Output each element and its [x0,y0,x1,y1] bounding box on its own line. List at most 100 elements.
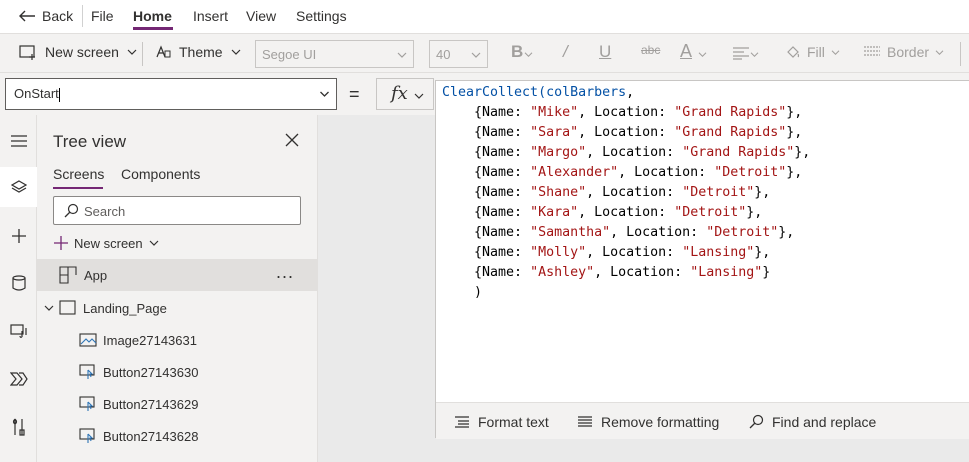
format-text-label: Format text [478,414,549,430]
chevron-down-icon [397,52,407,58]
media-button[interactable] [0,311,37,351]
screen-icon [59,300,76,315]
hamburger-menu-button[interactable] [0,121,37,161]
text-cursor [58,87,60,102]
tree-item-label: Image27143631 [103,332,197,348]
chevron-down-icon [414,93,424,99]
font-family-select[interactable]: Segoe UI [255,40,414,68]
tree-view-title: Tree view [53,132,127,151]
left-rail [0,115,37,462]
fill-bucket-icon [787,46,800,58]
back-button[interactable]: Back [42,8,73,24]
ribbon-toolbar: New screen Theme Segoe UI 40 B / U abc A… [0,33,969,73]
more-options-button[interactable]: ... [276,262,294,283]
toolbar-divider [960,42,961,66]
tree-item-button[interactable]: Button27143628 [37,420,318,452]
advanced-tools-button[interactable] [0,407,37,447]
tab-components[interactable]: Components [121,166,200,182]
code-string-name: "Mike" [530,105,579,120]
find-replace-button[interactable]: Find and replace [748,414,876,430]
strikethrough-icon[interactable]: abc [641,43,660,57]
menu-view[interactable]: View [246,8,276,24]
code-string-name: "Kara" [530,205,579,220]
code-line: {Name: "Molly", Location: "Lansing"}, [442,245,771,260]
data-button[interactable] [0,263,37,303]
tree-item-label: Button27143628 [103,428,199,444]
new-screen-icon [19,45,35,60]
tree-item-button[interactable]: Button27143629 [37,388,318,420]
menu-file[interactable]: File [91,8,114,24]
power-automate-button[interactable] [0,359,37,399]
chevron-down-icon[interactable] [44,304,54,312]
code-string-name: "Alexander" [530,165,619,180]
search-input[interactable] [84,202,284,220]
menu-divider [82,5,83,27]
menu-settings[interactable]: Settings [296,8,347,24]
fx-icon: fx [391,83,408,104]
code-line: {Name: "Samantha", Location: "Detroit"}, [442,225,795,240]
menu-home[interactable]: Home [133,8,172,24]
hamburger-icon [10,135,27,147]
chevron-down-icon [935,49,944,55]
bold-icon[interactable]: B [511,42,523,62]
tree-item-landing-page[interactable]: Landing_Page [37,292,318,324]
remove-formatting-button[interactable]: Remove formatting [577,414,719,430]
property-dropdown[interactable]: OnStart [5,78,337,110]
tab-screens[interactable]: Screens [53,166,104,182]
code-line: {Name: "Mike", Location: "Grand Rapids"}… [442,105,803,120]
format-text-button[interactable]: Format text [454,414,549,430]
border-icon [864,46,880,56]
chevron-down-icon [149,240,159,246]
active-tab-indicator [53,187,103,189]
font-family-value: Segoe UI [262,47,317,62]
layers-icon [10,180,27,193]
chevron-down-icon [127,49,137,55]
tree-item-image[interactable]: Image27143631 [37,324,318,356]
code-collection: colBarbers [546,85,627,100]
code-string-location: "Lansing" [682,245,755,260]
insert-button[interactable] [0,216,37,256]
new-screen-button[interactable]: New screen [19,44,137,60]
code-function: ClearCollect( [442,85,547,100]
underline-icon[interactable]: U [599,42,611,62]
close-icon[interactable] [284,132,300,148]
code-line: {Name: "Ashley", Location: "Lansing"} [442,265,771,280]
menu-insert[interactable]: Insert [193,8,228,24]
chevron-down-icon [471,52,481,58]
editor-footer: Format text Remove formatting Find and r… [436,402,969,439]
code-string-location: "Grand Rapids" [674,125,787,140]
chevron-down-icon [698,52,707,57]
chevron-down-icon [831,49,840,55]
code-string-name: "Samantha" [530,225,611,240]
theme-button[interactable]: Theme [155,44,241,60]
tree-view-button[interactable] [0,167,37,207]
align-icon[interactable] [732,46,750,60]
new-screen-label: New screen [45,44,119,60]
formula-editor[interactable]: ClearCollect(colBarbers, {Name: "Mike", … [435,80,969,439]
image-icon [79,333,97,347]
fill-button[interactable]: Fill [785,44,840,60]
back-arrow-icon[interactable] [17,8,37,24]
tree-item-button[interactable]: Button27143630 [37,356,318,388]
chevron-down-icon [231,49,241,55]
code-line: {Name: "Kara", Location: "Detroit"}, [442,205,763,220]
chevron-down-icon [320,91,329,97]
code-string-name: "Margo" [530,145,587,160]
format-text-icon [455,416,469,428]
code-line: {Name: "Margo", Location: "Grand Rapids"… [442,145,811,160]
font-size-select[interactable]: 40 [429,40,488,68]
formula-code[interactable]: ClearCollect(colBarbers, {Name: "Mike", … [442,83,810,303]
tree-new-screen-button[interactable]: New screen [54,233,159,253]
app-label: App [84,267,108,283]
code-string-location: "Detroit" [682,185,755,200]
code-string-location: "Grand Rapids" [682,145,795,160]
code-string-location: "Grand Rapids" [674,105,787,120]
tree-item-app[interactable]: App ... [37,259,318,291]
font-color-icon[interactable]: A [680,41,692,62]
button-control-icon [79,428,95,443]
search-icon [749,414,764,429]
border-button[interactable]: Border [863,44,944,60]
function-button[interactable]: fx [376,78,434,110]
active-tab-indicator [133,27,173,30]
italic-icon[interactable]: / [563,42,568,62]
